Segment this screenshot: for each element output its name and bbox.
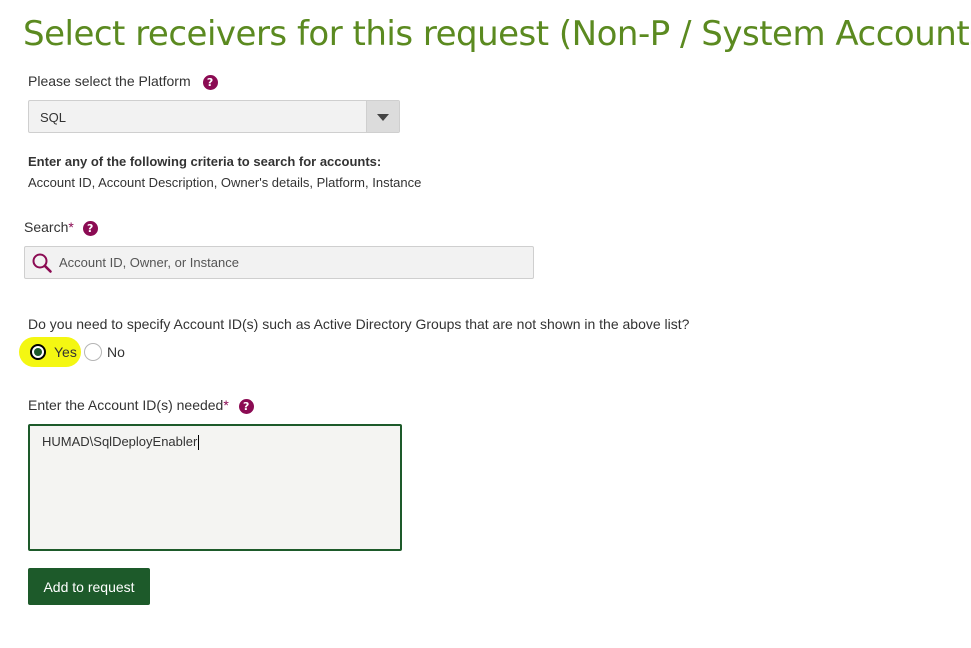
platform-selected-value: SQL <box>40 110 67 125</box>
add-to-request-button[interactable]: Add to request <box>28 568 150 605</box>
account-ids-label-row: Enter the Account ID(s) needed* ? <box>28 397 254 414</box>
criteria-heading: Enter any of the following criteria to s… <box>28 154 382 169</box>
help-icon[interactable]: ? <box>202 74 218 90</box>
required-mark: * <box>223 397 229 413</box>
platform-label-row: Please select the Platform ? <box>28 73 218 90</box>
yes-label[interactable]: Yes <box>54 344 77 360</box>
account-ids-textarea[interactable]: HUMAD\SqlDeployEnabler <box>28 424 402 551</box>
search-label-row: Search* ? <box>24 219 98 236</box>
yes-radio[interactable] <box>30 344 46 360</box>
platform-select[interactable]: SQL <box>28 100 400 133</box>
account-ids-label: Enter the Account ID(s) needed <box>28 397 224 413</box>
search-icon <box>32 253 52 273</box>
account-ids-value: HUMAD\SqlDeployEnabler <box>42 434 198 449</box>
text-caret <box>198 435 200 451</box>
search-placeholder: Account ID, Owner, or Instance <box>59 255 239 270</box>
criteria-fields: Account ID, Account Description, Owner's… <box>28 175 422 190</box>
no-radio[interactable] <box>84 343 102 361</box>
page-title: Select receivers for this request (Non-P… <box>23 14 971 54</box>
account-question: Do you need to specify Account ID(s) suc… <box>28 316 690 332</box>
help-icon[interactable]: ? <box>82 220 98 236</box>
required-mark: * <box>68 219 74 235</box>
platform-label: Please select the Platform <box>28 73 191 89</box>
search-label: Search <box>24 219 69 235</box>
no-label[interactable]: No <box>107 344 125 360</box>
dropdown-arrow-icon[interactable] <box>366 101 399 132</box>
search-input[interactable]: Account ID, Owner, or Instance <box>24 246 534 279</box>
help-icon[interactable]: ? <box>238 398 254 414</box>
